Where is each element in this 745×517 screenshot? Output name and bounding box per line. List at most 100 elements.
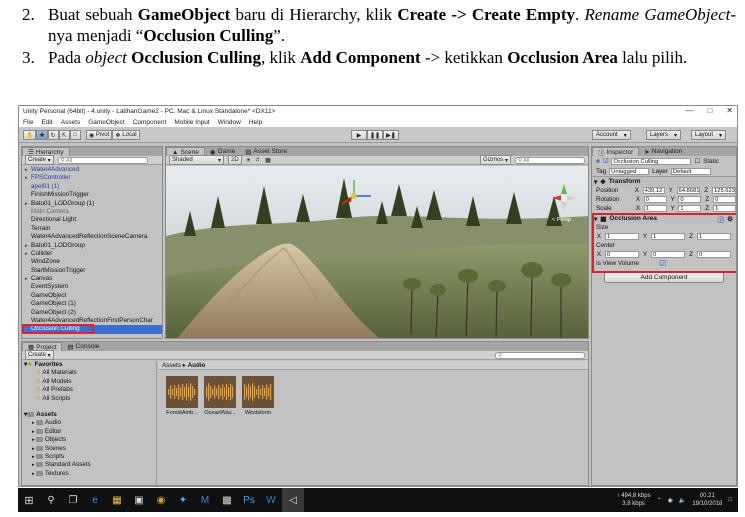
- folder-item[interactable]: ▸ Scenes: [22, 445, 156, 453]
- photoshop-icon[interactable]: Ps: [238, 488, 260, 512]
- favorite-item[interactable]: ⚲ All Prefabs: [22, 386, 156, 394]
- menu-gameobject[interactable]: GameObject: [88, 119, 125, 126]
- scene-search-input[interactable]: ⚲ All: [515, 156, 585, 164]
- hierarchy-item[interactable]: FinishMissionTrigger: [22, 191, 162, 199]
- close-icon[interactable]: ✕: [726, 106, 733, 117]
- chrome-icon[interactable]: ◉: [150, 488, 172, 512]
- rect-tool-icon[interactable]: □: [69, 130, 81, 140]
- hierarchy-item[interactable]: GameObject (1): [22, 300, 162, 308]
- scale-x-field[interactable]: 1: [643, 205, 667, 212]
- project-search-input[interactable]: ⚲: [495, 351, 585, 359]
- tag-dropdown[interactable]: Untagged: [609, 168, 650, 175]
- layer-dropdown[interactable]: Default: [670, 168, 711, 175]
- tab-navigation[interactable]: ➤ Navigation: [639, 147, 687, 156]
- minimize-icon[interactable]: —: [685, 106, 693, 117]
- hierarchy-item[interactable]: ▸ Collider: [22, 250, 162, 258]
- folder-item[interactable]: ▸ Scripts: [22, 453, 156, 461]
- hierarchy-item[interactable]: ▸ Batu01_LODGroup (1): [22, 200, 162, 208]
- folder-item[interactable]: ▸ Editor: [22, 428, 156, 436]
- add-component-button[interactable]: Add Component: [604, 272, 724, 283]
- hierarchy-item[interactable]: ▸ FPSController: [22, 174, 162, 182]
- hierarchy-search-input[interactable]: ⚲ All: [57, 156, 148, 164]
- tab-inspector[interactable]: ⓘ Inspector: [592, 147, 640, 157]
- hand-tool-icon[interactable]: ✋: [23, 130, 37, 140]
- clock[interactable]: 00.21 19/10/2018: [692, 492, 722, 508]
- search-icon[interactable]: ⚲: [40, 488, 62, 512]
- hierarchy-item[interactable]: EventSystem: [22, 283, 162, 291]
- menu-file[interactable]: File: [23, 119, 33, 126]
- hierarchy-item[interactable]: apel01 (1): [22, 183, 162, 191]
- tab-asset-store[interactable]: ▧ Asset Store: [240, 147, 292, 156]
- volume-icon[interactable]: 🔈: [679, 497, 686, 504]
- menu-component[interactable]: Component: [133, 119, 167, 126]
- audio-asset[interactable]: OceanWav...: [204, 376, 236, 416]
- tab-console[interactable]: ▤ Console: [62, 342, 104, 351]
- store-icon[interactable]: ▣: [128, 488, 150, 512]
- menu-edit[interactable]: Edit: [41, 119, 52, 126]
- hierarchy-item[interactable]: Occlusion Culling: [22, 324, 162, 335]
- tray-arrow-icon[interactable]: ⌃: [657, 497, 662, 504]
- rotation-z-field[interactable]: 0: [713, 196, 736, 203]
- gizmos-dropdown[interactable]: Gizmos ▾: [479, 155, 511, 165]
- favorite-item[interactable]: ⚲ All Models: [22, 378, 156, 386]
- maximize-icon[interactable]: □: [707, 106, 712, 117]
- favorite-item[interactable]: ⚲ All Scripts: [22, 395, 156, 403]
- active-checkbox[interactable]: ☑: [603, 158, 609, 165]
- move-tool-icon[interactable]: ✚: [36, 130, 48, 140]
- static-checkbox[interactable]: ☐: [694, 158, 700, 165]
- hierarchy-item[interactable]: WindZone: [22, 258, 162, 266]
- photos-icon[interactable]: ▩: [216, 488, 238, 512]
- assets-header[interactable]: ▾ Assets: [22, 411, 156, 419]
- layers-dropdown[interactable]: Layers ▾: [646, 130, 682, 140]
- hierarchy-item[interactable]: GameObject: [22, 292, 162, 300]
- rotation-y-field[interactable]: 0: [678, 196, 702, 203]
- layout-dropdown[interactable]: Layout ▾: [691, 130, 727, 140]
- rotation-x-field[interactable]: 0: [643, 196, 667, 203]
- persp-label[interactable]: < Persp: [552, 217, 571, 223]
- menu-help[interactable]: Help: [249, 119, 262, 126]
- file-explorer-icon[interactable]: ▦: [106, 488, 128, 512]
- step-icon[interactable]: ▶❚: [383, 130, 399, 140]
- project-create-button[interactable]: Create ▾: [25, 350, 54, 360]
- effects-icon[interactable]: ▦: [265, 157, 271, 164]
- hierarchy-item[interactable]: Water4AdvancedReflectionSceneCamera: [22, 233, 162, 241]
- play-icon[interactable]: ▶: [351, 130, 367, 140]
- windows-start-icon[interactable]: ⊞: [18, 488, 40, 512]
- mail-app-icon[interactable]: M: [194, 488, 216, 512]
- position-y-field[interactable]: 64.8681: [676, 187, 701, 194]
- position-x-field[interactable]: 439.12: [642, 187, 665, 194]
- edge-browser-icon[interactable]: e: [84, 488, 106, 512]
- favorites-header[interactable]: ▾★ Favorites: [22, 361, 156, 369]
- folder-item[interactable]: ▸ Textures: [22, 470, 156, 478]
- scale-z-field[interactable]: 1: [713, 205, 736, 212]
- network-icon[interactable]: ◉: [668, 497, 673, 504]
- notifications-icon[interactable]: □: [728, 497, 732, 503]
- menu-mobile-input[interactable]: Mobile Input: [174, 119, 209, 126]
- shading-mode-dropdown[interactable]: Shaded ▾: [169, 155, 224, 165]
- mode-2d-toggle[interactable]: 2D: [228, 155, 242, 165]
- local-button[interactable]: ❖ Local: [112, 130, 140, 140]
- hierarchy-item[interactable]: ▸ Water4Advanced: [22, 166, 162, 174]
- hierarchy-item[interactable]: GameObject (2): [22, 309, 162, 317]
- hierarchy-item[interactable]: Directional Light: [22, 216, 162, 224]
- hierarchy-create-button[interactable]: Create ▾: [25, 155, 54, 165]
- menu-assets[interactable]: Assets: [61, 119, 81, 126]
- audio-asset[interactable]: Windstorm: [242, 376, 274, 416]
- hierarchy-item[interactable]: StartMissionTrigger: [22, 267, 162, 275]
- menu-window[interactable]: Window: [218, 119, 241, 126]
- audio-icon[interactable]: ♬: [255, 157, 261, 163]
- hierarchy-item[interactable]: ▸ Batu01_LODGroup: [22, 242, 162, 250]
- object-name-field[interactable]: Occlusion Culling: [611, 158, 692, 165]
- audio-asset[interactable]: ForestAmb...: [166, 376, 198, 416]
- folder-item[interactable]: ▸ Standard Assets: [22, 461, 156, 469]
- favorite-item[interactable]: ⚲ All Materials: [22, 369, 156, 377]
- hierarchy-item[interactable]: ▸ Canvas: [22, 275, 162, 283]
- breadcrumb-assets[interactable]: Assets: [162, 362, 181, 369]
- scale-y-field[interactable]: 1: [678, 205, 702, 212]
- word-icon[interactable]: W: [260, 488, 282, 512]
- breadcrumb-audio[interactable]: Audio: [188, 362, 206, 369]
- folder-item[interactable]: ▸ Audio: [22, 419, 156, 427]
- task-view-icon[interactable]: ❐: [62, 488, 84, 512]
- scale-tool-icon[interactable]: ⇱: [58, 130, 70, 140]
- account-dropdown[interactable]: Account ▾: [592, 130, 631, 140]
